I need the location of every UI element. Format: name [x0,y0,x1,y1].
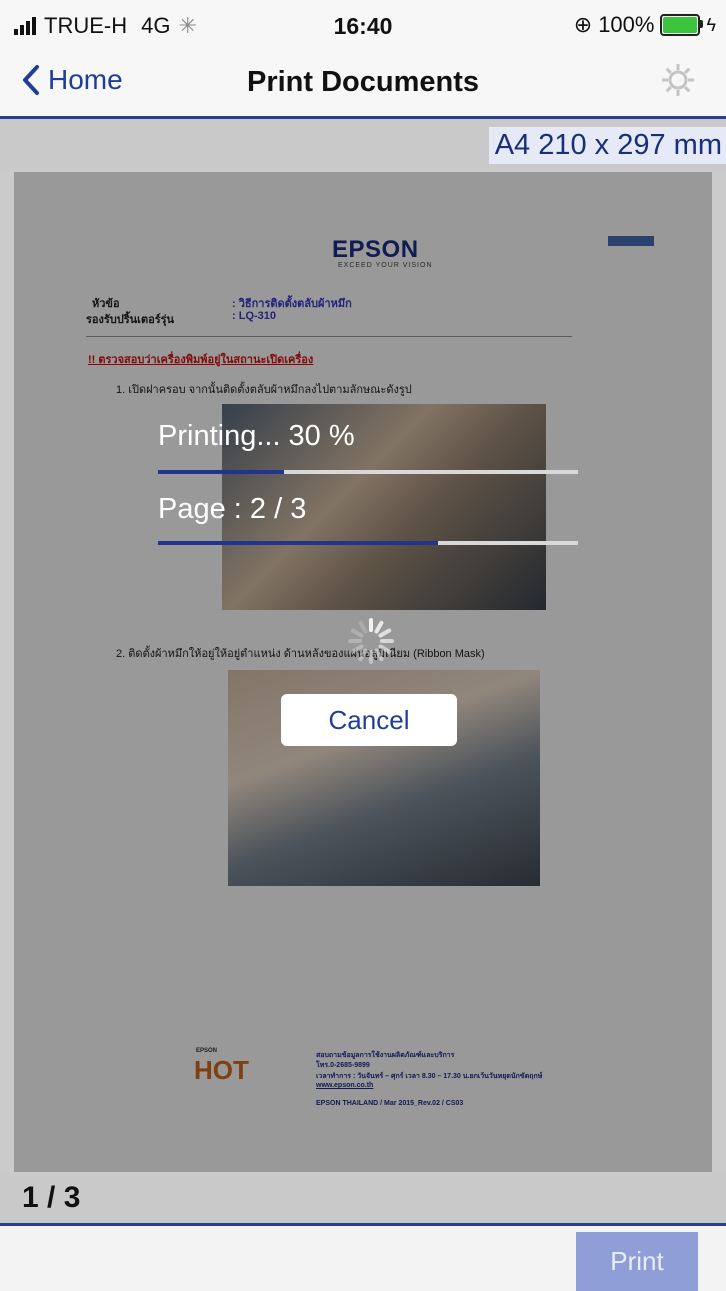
cancel-button[interactable]: Cancel [281,694,457,746]
page-indicator: 1 / 3 [22,1181,81,1214]
loading-spinner-icon [348,618,394,664]
page-progress-fill [158,541,439,545]
progress-overlay [14,172,712,1172]
bottom-toolbar: Print [0,1226,726,1291]
nav-bar: Home Print Documents [0,52,726,119]
battery-percent: 100% [598,12,655,37]
printing-progress-fill [158,470,284,474]
paper-size-bar: A4 210 x 297 mm [0,119,726,169]
orientation-lock-icon: ⊕ [573,12,593,37]
page-progress-bar [158,541,578,545]
page-indicator-bar: 1 / 3 [0,1175,726,1226]
print-button[interactable]: Print [576,1232,698,1291]
gear-icon[interactable] [660,62,696,98]
charging-icon: ϟ [706,14,716,35]
page-title: Print Documents [246,66,480,98]
paper-size-label[interactable]: A4 210 x 297 mm [488,127,726,164]
status-bar: TRUE-H 4G ✳ 16:40 ⊕ 100% ϟ [0,0,726,52]
page-status: Page : 2 / 3 [158,493,307,525]
battery-icon [660,14,704,36]
printing-status: Printing... 30 % [158,420,355,452]
printing-progress-bar [158,470,578,474]
status-right: ⊕ 100% ϟ [574,12,716,38]
